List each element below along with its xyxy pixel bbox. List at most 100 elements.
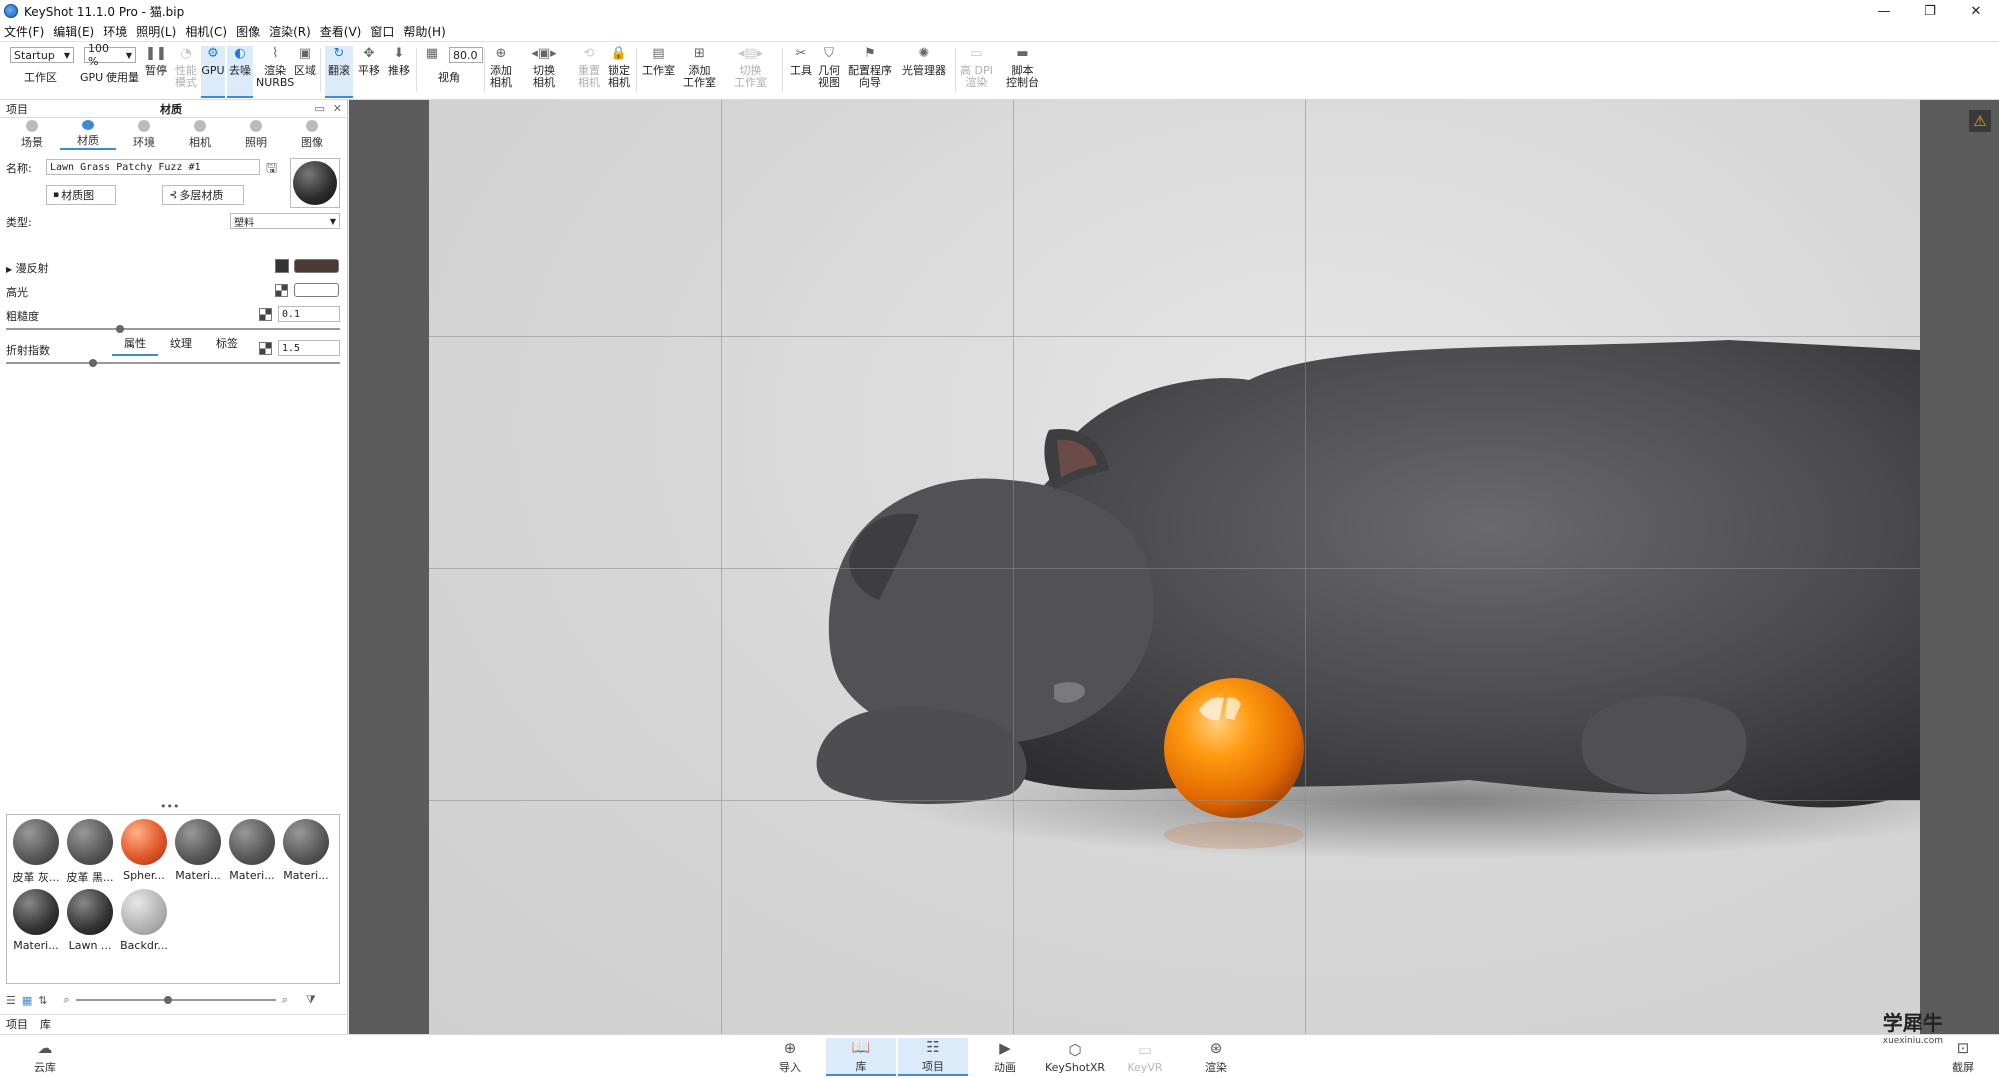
zoom-in-icon[interactable]: ⌕ bbox=[282, 993, 288, 1007]
library-button[interactable]: 📖 库 bbox=[826, 1038, 896, 1076]
roughness-texture-icon[interactable] bbox=[259, 308, 272, 321]
menu-render[interactable]: 渲染(R) bbox=[269, 23, 311, 40]
list-item[interactable]: Materi... bbox=[225, 819, 279, 882]
workspace-select[interactable]: Startup ▼ bbox=[10, 47, 74, 63]
add-studio-button[interactable]: ⊞ 添加 工作室 bbox=[683, 46, 716, 89]
tab-image[interactable]: 图像 bbox=[284, 120, 340, 150]
thumbnail-size-handle[interactable] bbox=[163, 996, 172, 1004]
tab-lighting[interactable]: 照明 bbox=[228, 120, 284, 150]
sort-icon[interactable]: ⇅ bbox=[38, 994, 47, 1007]
render-nurbs-button[interactable]: ⌇ 渲染 NURBS bbox=[256, 46, 294, 89]
warning-icon[interactable]: ⚠ bbox=[1969, 110, 1991, 132]
splitter-handle[interactable]: ••• bbox=[160, 800, 179, 813]
render-button[interactable]: ⊛ 渲染 bbox=[1181, 1038, 1251, 1076]
material-graph-button[interactable]: ▪ 材质图 bbox=[46, 185, 116, 205]
keyvr-button[interactable]: ▭ KeyVR bbox=[1110, 1038, 1180, 1076]
menu-file[interactable]: 文件(F) bbox=[4, 23, 44, 40]
list-item[interactable]: Lawn ... bbox=[63, 889, 117, 952]
tab-library[interactable]: 库 bbox=[40, 1016, 51, 1032]
tools-button[interactable]: ✂ 工具 bbox=[790, 46, 812, 77]
diffuse-color-swatch[interactable] bbox=[294, 259, 339, 273]
list-item[interactable]: 皮革 灰... bbox=[9, 819, 63, 885]
tumble-button[interactable]: ↻ 翻滚 bbox=[325, 46, 353, 98]
zoom-out-icon[interactable]: ⌕ bbox=[64, 993, 70, 1007]
menu-edit[interactable]: 编辑(E) bbox=[53, 23, 94, 40]
tab-scene[interactable]: 场景 bbox=[4, 120, 60, 150]
workspace-button[interactable]: 工作区 bbox=[24, 72, 57, 84]
tab-labels[interactable]: 标签 bbox=[204, 335, 250, 356]
list-view-icon[interactable]: ☰ bbox=[6, 994, 16, 1007]
performance-mode-button[interactable]: ◔ 性能 模式 bbox=[175, 46, 197, 89]
cloud-library-button[interactable]: ☁ 云库 bbox=[10, 1038, 80, 1076]
undock-icon[interactable]: ▭ bbox=[314, 102, 324, 115]
geometry-view-button[interactable]: ⛉ 几何 视图 bbox=[818, 46, 840, 89]
usage-button[interactable]: 使用量 bbox=[106, 72, 139, 84]
tab-textures[interactable]: 纹理 bbox=[158, 335, 204, 356]
configurator-wizard-button[interactable]: ⚑ 配置程序 向导 bbox=[848, 46, 892, 89]
animation-button[interactable]: ▶ 动画 bbox=[970, 1038, 1040, 1076]
specular-color-swatch[interactable] bbox=[294, 283, 339, 297]
lock-camera-button[interactable]: 🔒 锁定 相机 bbox=[608, 46, 630, 89]
tab-environment[interactable]: 环境 bbox=[116, 120, 172, 150]
high-dpi-render-button[interactable]: ▭ 高 DPI 渲染 bbox=[960, 46, 993, 89]
fov-input[interactable]: 80.0 bbox=[449, 47, 483, 63]
list-item[interactable]: 皮革 黑... bbox=[63, 819, 117, 885]
tab-camera[interactable]: 相机 bbox=[172, 120, 228, 150]
import-button[interactable]: ⊕ 导入 bbox=[755, 1038, 825, 1076]
denoise-button[interactable]: ◐ 去噪 bbox=[227, 46, 253, 98]
dolly-button[interactable]: ⬇ 推移 bbox=[388, 46, 410, 77]
tab-properties[interactable]: 属性 bbox=[112, 335, 158, 356]
close-icon[interactable]: ✕ bbox=[333, 102, 342, 115]
expand-arrow-icon[interactable]: ▶ bbox=[6, 265, 12, 274]
restore-button[interactable]: ❐ bbox=[1907, 0, 1953, 22]
perspective-icon-button[interactable]: ▦ bbox=[424, 46, 440, 65]
menu-camera[interactable]: 相机(C) bbox=[185, 23, 227, 40]
material-preview[interactable] bbox=[290, 158, 340, 208]
roughness-slider-handle[interactable] bbox=[115, 325, 124, 333]
project-button[interactable]: ☷ 项目 bbox=[898, 1038, 968, 1076]
tab-material[interactable]: 材质 bbox=[60, 120, 116, 150]
roughness-slider-track[interactable] bbox=[6, 328, 340, 330]
pause-button[interactable]: ❚❚ 暂停 bbox=[145, 46, 167, 77]
save-material-icon[interactable]: 🖫 bbox=[266, 159, 277, 181]
ior-slider-track[interactable] bbox=[6, 362, 340, 364]
grid-view-icon[interactable]: ▦ bbox=[22, 994, 32, 1007]
roughness-input[interactable]: 0.1 bbox=[278, 306, 340, 322]
list-item[interactable]: Materi... bbox=[9, 889, 63, 952]
menu-help[interactable]: 帮助(H) bbox=[403, 23, 445, 40]
render-viewport[interactable]: ⚠ bbox=[349, 100, 1999, 1034]
pan-button[interactable]: ✥ 平移 bbox=[358, 46, 380, 77]
thumbnail-size-slider[interactable] bbox=[75, 996, 276, 1004]
zoom-select[interactable]: 100 % ▼ bbox=[84, 42, 136, 68]
material-type-select[interactable]: 塑料 ▼ bbox=[230, 213, 340, 229]
screenshot-button[interactable]: ⊡ 截屏 bbox=[1928, 1038, 1998, 1076]
region-button[interactable]: ▣ 区域 bbox=[294, 46, 316, 77]
gpu-mode-button[interactable]: ⚙ GPU bbox=[201, 46, 225, 98]
gpu-usage-toggle[interactable]: GPU bbox=[80, 72, 103, 84]
specular-texture-icon[interactable] bbox=[275, 284, 288, 297]
material-name-field[interactable]: Lawn Grass Patchy Fuzz #1 bbox=[46, 159, 260, 175]
perspective-button[interactable]: 视角 bbox=[438, 72, 460, 84]
multi-layer-button[interactable]: ⊰ 多层材质 bbox=[162, 185, 244, 205]
tab-project[interactable]: 项目 bbox=[6, 1016, 28, 1032]
render-image[interactable] bbox=[429, 100, 1920, 1034]
list-item[interactable]: Backdr... bbox=[117, 889, 171, 952]
script-console-button[interactable]: ▬ 脚本 控制台 bbox=[1006, 46, 1039, 89]
menu-lighting[interactable]: 照明(L) bbox=[136, 23, 176, 40]
keyshotxr-button[interactable]: ⬡ KeyShotXR bbox=[1040, 1038, 1110, 1076]
switch-studio-button[interactable]: ◂▤▸ 切换 工作室 bbox=[734, 46, 767, 89]
ior-texture-icon[interactable] bbox=[259, 342, 272, 355]
reset-camera-button[interactable]: ⟲ 重置 相机 bbox=[578, 46, 600, 89]
light-manager-button[interactable]: ✺ 光管理器 bbox=[902, 46, 946, 77]
studio-button[interactable]: ▤ 工作室 bbox=[642, 46, 675, 77]
add-camera-button[interactable]: ⊕ 添加 相机 bbox=[490, 46, 512, 89]
menu-view[interactable]: 查看(V) bbox=[320, 23, 362, 40]
close-button[interactable]: ✕ bbox=[1953, 0, 1999, 22]
switch-camera-button[interactable]: ◂▣▸ 切换 相机 bbox=[531, 46, 556, 89]
menu-image[interactable]: 图像 bbox=[236, 23, 260, 40]
filter-icon[interactable]: ⧩ bbox=[306, 993, 316, 1007]
diffuse-texture-icon[interactable] bbox=[275, 259, 289, 273]
ior-input[interactable]: 1.5 bbox=[278, 340, 340, 356]
minimize-button[interactable]: — bbox=[1861, 0, 1907, 22]
list-item[interactable]: Materi... bbox=[171, 819, 225, 882]
